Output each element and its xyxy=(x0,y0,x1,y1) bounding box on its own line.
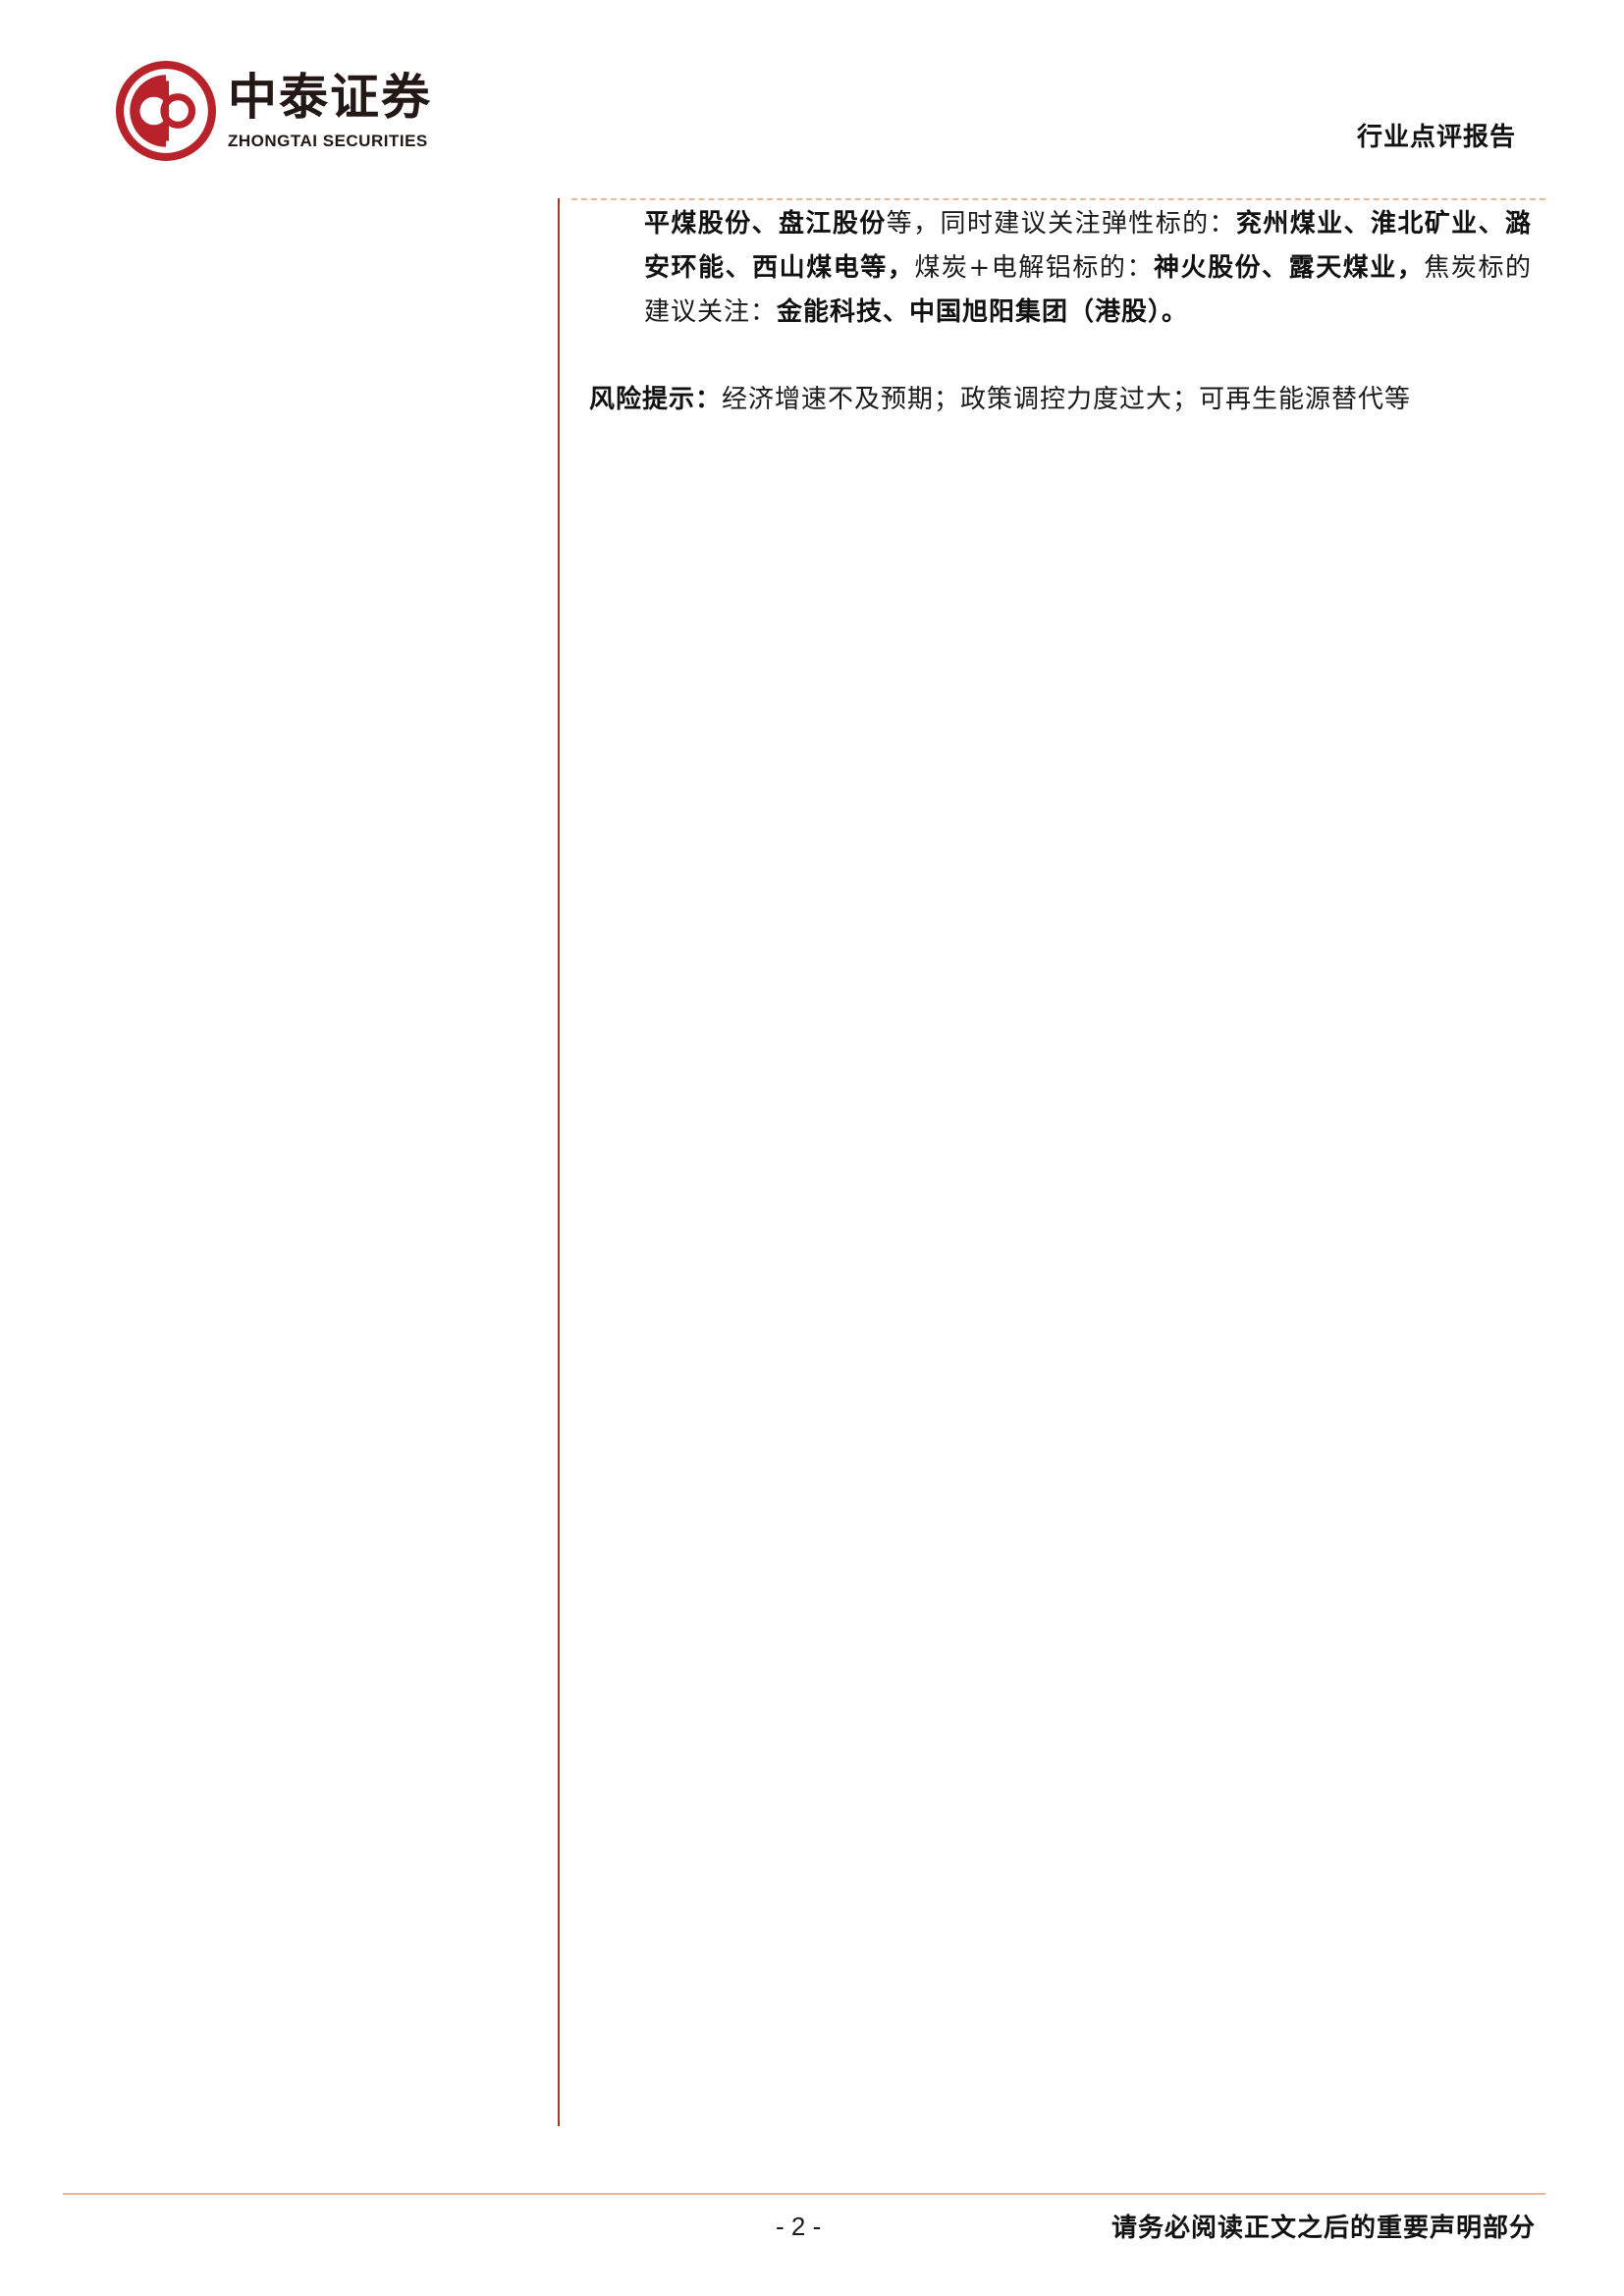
page-number: - 2 - xyxy=(776,2212,822,2241)
risk-text: 经济增速不及预期；政策调控力度过大；可再生能源替代等 xyxy=(722,385,1412,414)
risk-warning: 风险提示：经济增速不及预期；政策调控力度过大；可再生能源替代等 xyxy=(589,379,1411,420)
brand-logo: 中泰证券 ZHONGTAI SECURITIES xyxy=(116,61,489,163)
footer-disclaimer: 请务必阅读正文之后的重要声明部分 xyxy=(1110,2214,1536,2243)
footer-divider xyxy=(63,2193,1545,2195)
stock-list-primary: 平煤股份、盘江股份 xyxy=(644,209,887,239)
left-margin-rule xyxy=(558,198,560,2126)
zhongtai-logo-icon xyxy=(116,61,216,161)
paragraph-text-2: 煤炭+电解铝标的： xyxy=(914,253,1154,283)
brand-name-cn: 中泰证券 xyxy=(228,69,432,126)
stock-list-coke: 金能科技、中国旭阳集团（港股）。 xyxy=(777,297,1189,327)
recommendation-paragraph: 平煤股份、盘江股份等，同时建议关注弹性标的：兖州煤业、淮北矿业、潞安环能、西山煤… xyxy=(644,202,1532,335)
stock-list-aluminum: 神火股份、露天煤业， xyxy=(1154,253,1425,283)
brand-name-en: ZHONGTAI SECURITIES xyxy=(228,132,428,150)
report-type-label: 行业点评报告 xyxy=(1356,123,1516,152)
paragraph-text-1: 等，同时建议关注弹性标的： xyxy=(886,209,1236,239)
header-divider xyxy=(571,198,1545,200)
risk-label: 风险提示： xyxy=(589,385,723,414)
